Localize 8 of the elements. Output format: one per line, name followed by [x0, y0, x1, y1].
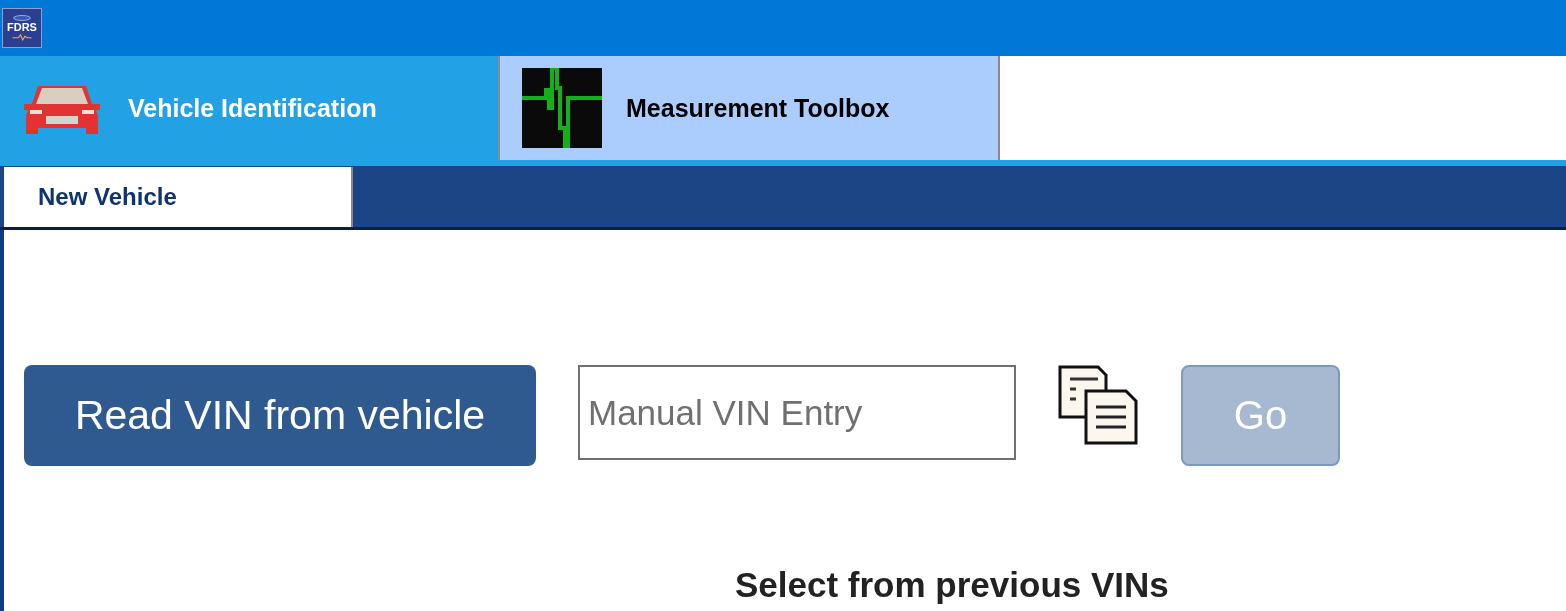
module-tab[interactable]: Measurement Toolbox	[500, 56, 1000, 160]
waveform-icon	[522, 68, 602, 148]
vin-input-field[interactable]: Manual VIN Entry	[578, 365, 1016, 460]
previous-vins-heading: Select from previous VINs	[735, 566, 1169, 604]
app-logo: FDRS	[2, 8, 42, 48]
read-vin-button[interactable]: Read VIN from vehicle	[24, 365, 536, 466]
paste-documents-icon[interactable]	[1058, 365, 1140, 445]
new-vehicle-tab[interactable]: New Vehicle	[4, 167, 353, 227]
